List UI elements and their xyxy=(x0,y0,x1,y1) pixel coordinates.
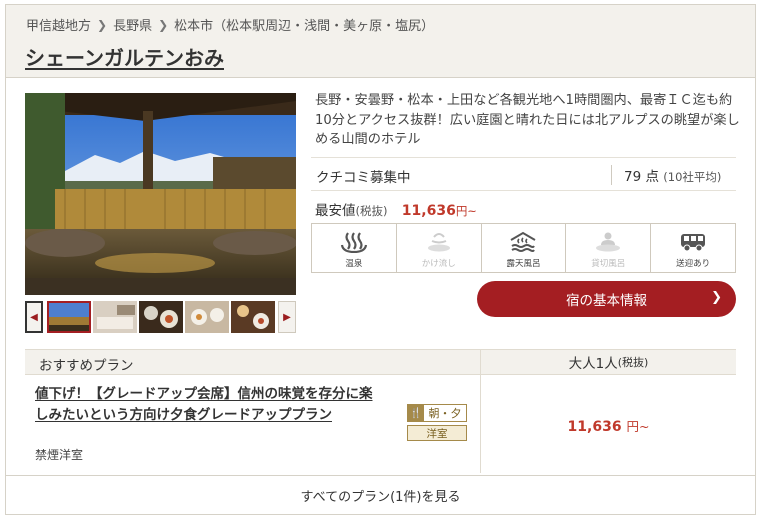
hotel-card: 甲信越地方 ❯ 長野県 ❯ 松本市（松本駅周辺・浅間・美ヶ原・塩尻） シェーンガ… xyxy=(5,4,756,515)
thumbnail[interactable] xyxy=(185,301,229,333)
price-column-note: (税抜) xyxy=(617,356,649,369)
hotel-info-label: 宿の基本情報 xyxy=(566,293,647,309)
price-unit: 円~ xyxy=(455,204,477,218)
score-note: (10社平均) xyxy=(663,170,722,184)
amenity-hot-spring: 温泉 xyxy=(312,224,397,272)
amenity-flowing-spring: かけ流し xyxy=(397,224,482,272)
plan-room-type: 禁煙洋室 xyxy=(35,448,84,462)
private-bath-icon xyxy=(596,232,621,252)
hotel-header: 甲信越地方 ❯ 長野県 ❯ 松本市（松本駅周辺・浅間・美ヶ原・塩尻） シェーンガ… xyxy=(6,5,755,78)
thumbnail[interactable] xyxy=(231,301,275,333)
thumbnail[interactable] xyxy=(139,301,183,333)
breadcrumb: 甲信越地方 ❯ 長野県 ❯ 松本市（松本駅周辺・浅間・美ヶ原・塩尻） xyxy=(26,15,434,35)
recommended-plans-heading: おすすめプラン xyxy=(39,358,134,374)
thumbnail[interactable] xyxy=(93,301,137,333)
shuttle-van-icon xyxy=(681,234,706,252)
plan-row: 値下げ！【グレードアップ会席】信州の味覚を存分に楽しみたいという方向け夕食グレー… xyxy=(25,375,736,473)
price-column-label: 大人1人 xyxy=(568,356,618,372)
amenity-shuttle: 送迎あり xyxy=(651,224,735,272)
review-score: 79 点 (10社平均) xyxy=(611,165,721,185)
tax-note: (税抜) xyxy=(355,204,388,218)
lowest-price: 最安値(税抜) 11,636円~ xyxy=(315,199,477,219)
review-status[interactable]: クチコミ募集中 xyxy=(316,166,411,186)
amenity-label: 貸切風呂 xyxy=(591,259,626,269)
price-value: 11,636 xyxy=(401,203,456,219)
thumbnail[interactable] xyxy=(47,301,91,333)
caret-right-icon: ▶ xyxy=(283,311,291,323)
plan-price-unit: 円~ xyxy=(626,419,650,434)
meal-badge: 🍴 朝・夕 xyxy=(407,404,467,422)
hotel-main-photo[interactable] xyxy=(25,93,296,295)
chevron-right-icon: ❯ xyxy=(711,290,722,305)
breadcrumb-prefecture[interactable]: 長野県 xyxy=(113,15,152,34)
flowing-spring-icon xyxy=(427,233,450,252)
chevron-right-icon: ❯ xyxy=(97,17,108,32)
breadcrumb-area[interactable]: 松本市（松本駅周辺・浅間・美ヶ原・塩尻） xyxy=(174,15,434,34)
hot-spring-icon xyxy=(340,232,367,253)
breadcrumb-region[interactable]: 甲信越地方 xyxy=(26,15,91,34)
amenity-label: 温泉 xyxy=(345,259,363,269)
next-photo-button[interactable]: ▶ xyxy=(278,301,296,333)
amenity-label: かけ流し xyxy=(421,259,456,269)
price-label: 最安値 xyxy=(315,203,356,219)
plan-price: 11,636 円~ xyxy=(481,416,736,435)
plan-name-link[interactable]: 値下げ！【グレードアップ会席】信州の味覚を存分に楽しみたいという方向け夕食グレー… xyxy=(35,384,382,426)
amenity-open-air-bath: 露天風呂 xyxy=(482,224,567,272)
photo-thumbnails: ◀ ▶ xyxy=(25,300,296,334)
amenity-icons: 温泉 かけ流し 露天風呂 貸切風呂 送迎あり xyxy=(311,223,736,273)
review-row: クチコミ募集中 79 点 (10社平均) xyxy=(311,157,736,191)
amenity-private-bath: 貸切風呂 xyxy=(566,224,652,272)
previous-photo-button[interactable]: ◀ xyxy=(25,301,43,333)
hotel-description: 長野・安曇野・松本・上田など各観光地へ1時間圏内、最寄ＩＣ迄も約10分とアクセス… xyxy=(315,93,740,147)
score-value: 79 点 xyxy=(624,169,659,185)
price-column-heading: 大人1人 (税抜) xyxy=(480,350,736,374)
room-type-badge: 洋室 xyxy=(407,425,467,441)
caret-left-icon: ◀ xyxy=(30,311,38,323)
amenity-label: 露天風呂 xyxy=(506,259,541,269)
plans-header: おすすめプラン 大人1人 (税抜) xyxy=(25,349,736,375)
meal-label: 朝・夕 xyxy=(428,407,462,420)
open-air-bath-icon xyxy=(510,231,536,252)
amenity-label: 送迎あり xyxy=(676,259,711,269)
chevron-right-icon: ❯ xyxy=(158,17,169,32)
all-plans-link[interactable]: すべてのプラン(1件)を見る xyxy=(6,475,755,514)
hotel-name-link[interactable]: シェーンガルテンおみ xyxy=(25,42,224,71)
hotel-info-button[interactable]: 宿の基本情報 ❯ xyxy=(477,281,736,317)
plan-price-value: 11,636 xyxy=(567,419,622,435)
fork-knife-icon: 🍴 xyxy=(408,405,424,421)
